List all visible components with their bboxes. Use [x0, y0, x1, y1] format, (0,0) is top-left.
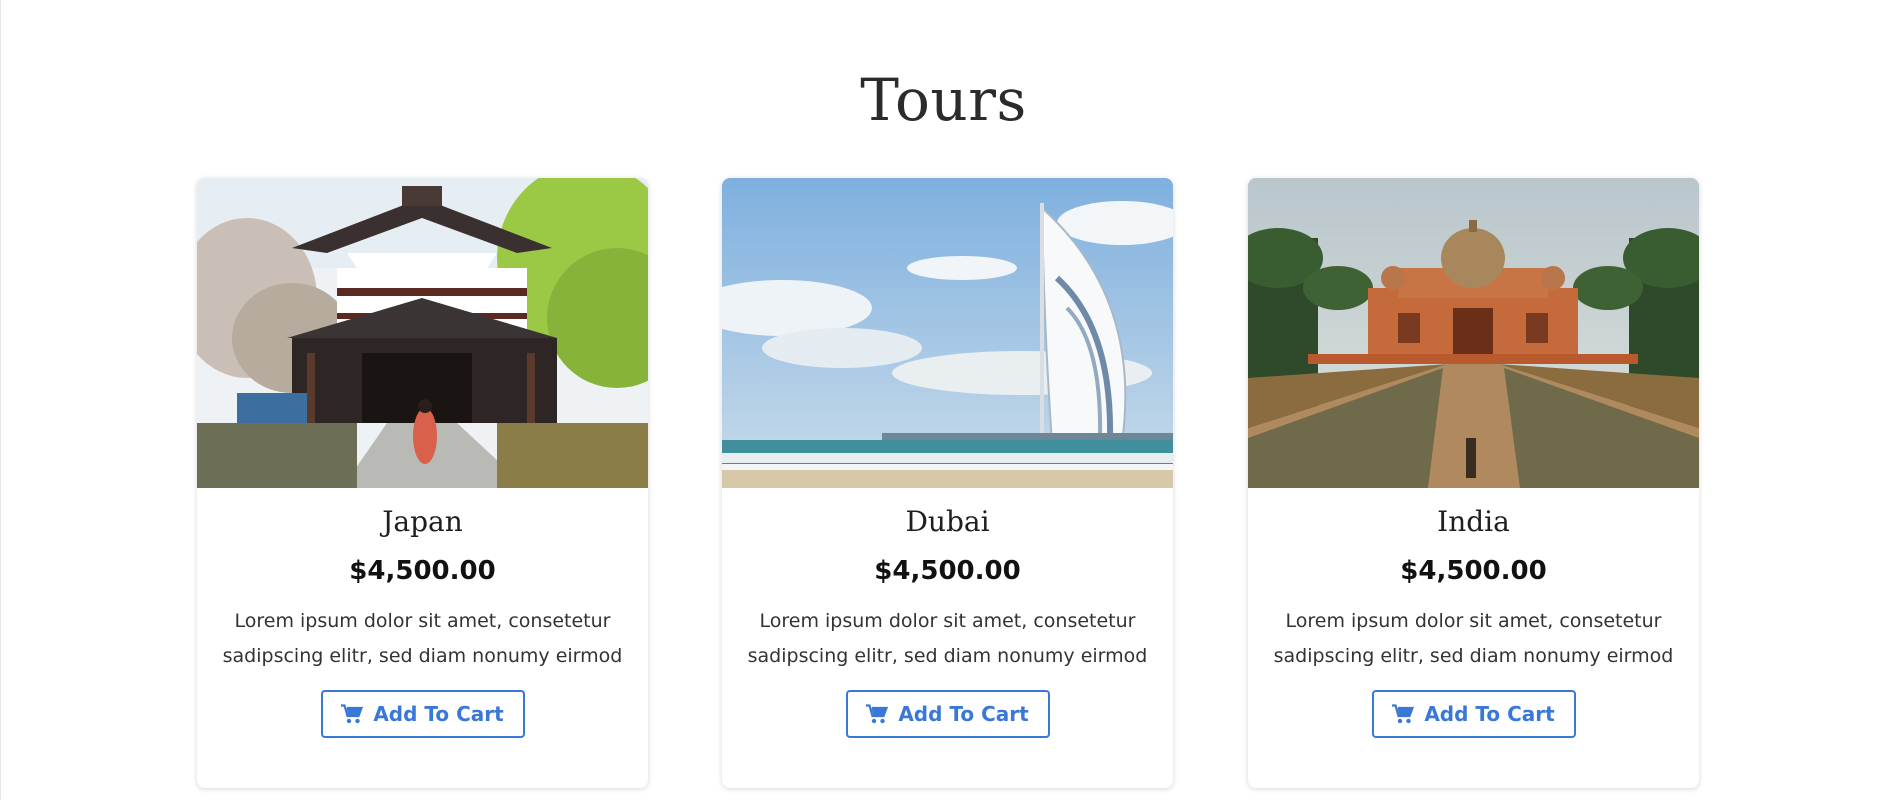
section-title: Tours — [860, 65, 1027, 134]
tour-price: $4,500.00 — [349, 556, 496, 586]
shopping-cart-icon — [341, 704, 364, 724]
shopping-cart-icon — [866, 704, 889, 724]
tour-image-japan — [197, 178, 648, 488]
add-to-cart-label: Add To Cart — [898, 702, 1029, 726]
tour-description: Lorem ipsum dolor sit amet, consetetur s… — [1273, 610, 1674, 667]
tour-destination-name: Japan — [382, 505, 463, 538]
tour-destination-name: Dubai — [905, 505, 990, 538]
tour-description: Lorem ipsum dolor sit amet, consetetur s… — [222, 610, 623, 667]
tour-image-india — [1248, 178, 1699, 488]
tour-card-japan: Japan $4,500.00 Lorem ipsum dolor sit am… — [197, 178, 648, 788]
add-to-cart-button[interactable]: Add To Cart — [320, 690, 525, 738]
tour-price: $4,500.00 — [1400, 556, 1547, 586]
tour-card-india: India $4,500.00 Lorem ipsum dolor sit am… — [1248, 178, 1699, 788]
add-to-cart-button[interactable]: Add To Cart — [845, 690, 1050, 738]
add-to-cart-button[interactable]: Add To Cart — [1371, 690, 1576, 738]
tour-image-dubai — [722, 178, 1173, 488]
add-to-cart-label: Add To Cart — [1424, 702, 1555, 726]
tour-destination-name: India — [1437, 505, 1510, 538]
tour-price: $4,500.00 — [874, 556, 1021, 586]
tour-description: Lorem ipsum dolor sit amet, consetetur s… — [747, 610, 1148, 667]
add-to-cart-label: Add To Cart — [373, 702, 504, 726]
shopping-cart-icon — [1392, 704, 1415, 724]
tour-card-dubai: Dubai $4,500.00 Lorem ipsum dolor sit am… — [722, 178, 1173, 788]
